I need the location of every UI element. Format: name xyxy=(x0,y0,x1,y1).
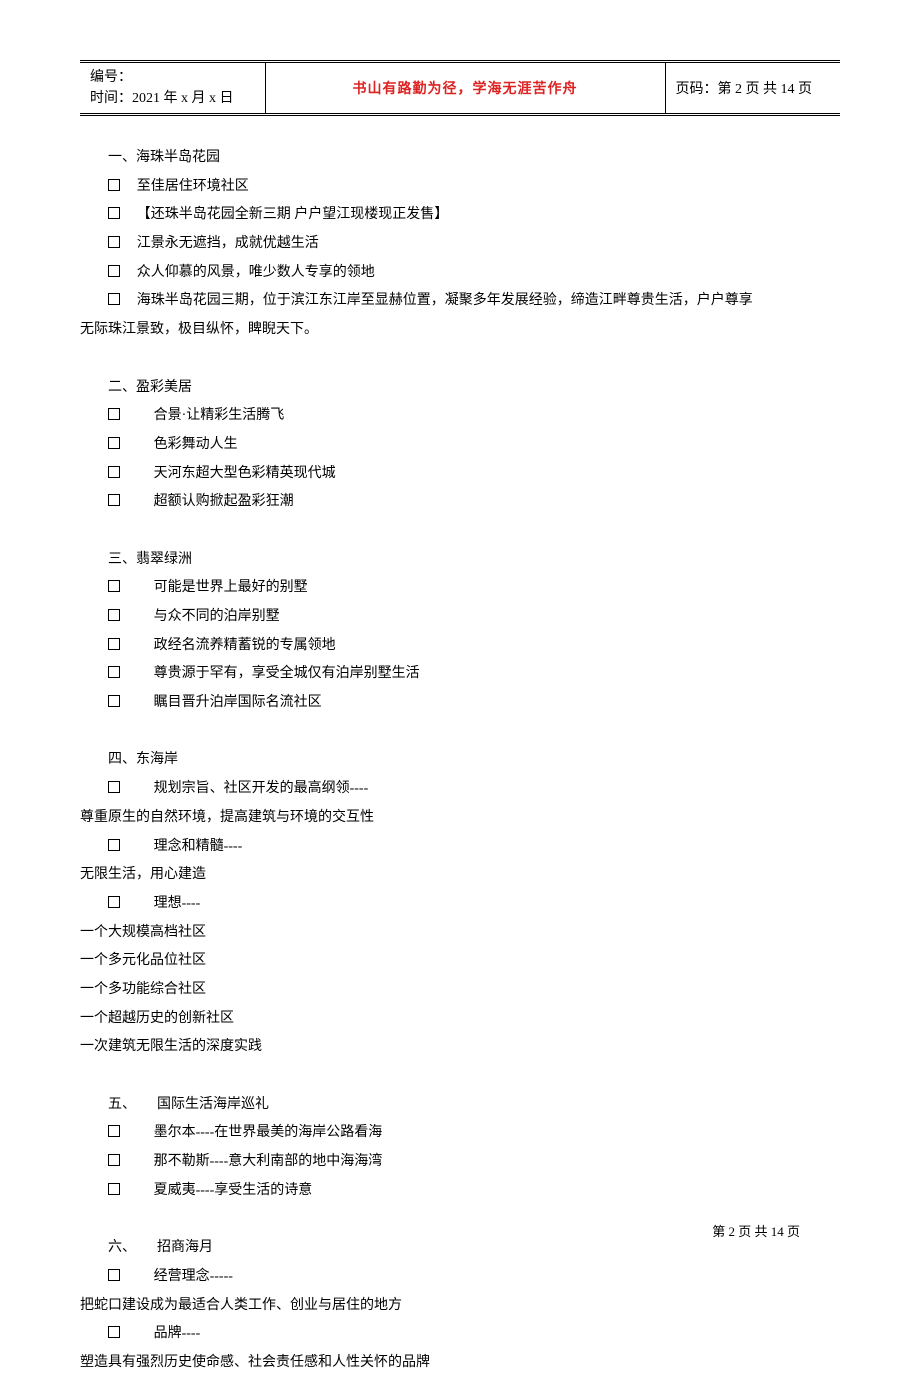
body-line: 尊重原生的自然环境，提高建筑与环境的交互性 xyxy=(80,804,840,833)
checkbox-icon xyxy=(108,839,120,851)
list-item: 墨尔本----在世界最美的海岸公路看海 xyxy=(80,1119,840,1148)
checkbox-icon xyxy=(108,1269,120,1281)
item-text: 夏威夷----享受生活的诗意 xyxy=(154,1183,313,1198)
item-text: 规划宗旨、社区开发的最高纲领---- xyxy=(154,781,369,796)
checkbox-icon xyxy=(108,236,120,248)
body-line: 无限生活，用心建造 xyxy=(80,861,840,890)
item-text: 理想---- xyxy=(154,896,201,911)
checkbox-icon xyxy=(108,609,120,621)
item-text: 至佳居住环境社区 xyxy=(137,179,249,194)
list-item: 超额认购掀起盈彩狂潮 xyxy=(80,488,840,517)
checkbox-icon xyxy=(108,207,120,219)
list-item: 可能是世界上最好的别墅 xyxy=(80,574,840,603)
doc-time: 时间：2021 年 x 月 x 日 xyxy=(90,88,255,109)
item-text: 合景·让精彩生活腾飞 xyxy=(154,408,285,423)
header-table: 编号： 时间：2021 年 x 月 x 日 书山有路勤为径，学海无涯苦作舟 页码… xyxy=(80,60,840,116)
section-title: 三、翡翠绿洲 xyxy=(80,546,840,575)
item-text: 可能是世界上最好的别墅 xyxy=(154,580,308,595)
body-line: 一个超越历史的创新社区 xyxy=(80,1005,840,1034)
item-text: 政经名流养精蓄锐的专属领地 xyxy=(154,638,336,653)
checkbox-icon xyxy=(108,1183,120,1195)
list-item: 品牌---- xyxy=(80,1320,840,1349)
section-title: 四、东海岸 xyxy=(80,746,840,775)
body-line: 一次建筑无限生活的深度实践 xyxy=(80,1033,840,1062)
checkbox-icon xyxy=(108,265,120,277)
list-item: 理想---- xyxy=(80,890,840,919)
item-text: 瞩目晋升泊岸国际名流社区 xyxy=(154,695,322,710)
list-item: 夏威夷----享受生活的诗意 xyxy=(80,1177,840,1206)
item-text: 【还珠半岛花园全新三期 户户望江现楼现正发售】 xyxy=(137,207,449,222)
document-body: 一、海珠半岛花园 至佳居住环境社区 【还珠半岛花园全新三期 户户望江现楼现正发售… xyxy=(80,144,840,1378)
checkbox-icon xyxy=(108,666,120,678)
section-title: 二、盈彩美居 xyxy=(80,374,840,403)
list-item: 海珠半岛花园三期，位于滨江东江岸至显赫位置，凝聚多年发展经验，缔造江畔尊贵生活，… xyxy=(80,287,840,316)
checkbox-icon xyxy=(108,437,120,449)
item-text: 品牌---- xyxy=(154,1326,201,1341)
list-item: 政经名流养精蓄锐的专属领地 xyxy=(80,632,840,661)
item-text: 江景永无遮挡，成就优越生活 xyxy=(137,236,319,251)
item-text: 经营理念----- xyxy=(154,1269,233,1284)
list-item: 尊贵源于罕有，享受全城仅有泊岸别墅生活 xyxy=(80,660,840,689)
checkbox-icon xyxy=(108,466,120,478)
checkbox-icon xyxy=(108,1326,120,1338)
doc-number-label: 编号： xyxy=(90,67,255,88)
item-text: 那不勒斯----意大利南部的地中海海湾 xyxy=(154,1154,383,1169)
checkbox-icon xyxy=(108,179,120,191)
list-item: 合景·让精彩生活腾飞 xyxy=(80,402,840,431)
body-line: 一个多功能综合社区 xyxy=(80,976,840,1005)
checkbox-icon xyxy=(108,293,120,305)
item-text: 天河东超大型色彩精英现代城 xyxy=(154,466,336,481)
checkbox-icon xyxy=(108,1125,120,1137)
header-motto: 书山有路勤为径，学海无涯苦作舟 xyxy=(265,62,665,115)
item-text: 理念和精髓---- xyxy=(154,839,243,854)
body-line: 塑造具有强烈历史使命感、社会责任感和人性关怀的品牌 xyxy=(80,1349,840,1378)
list-item: 那不勒斯----意大利南部的地中海海湾 xyxy=(80,1148,840,1177)
item-text: 与众不同的泊岸别墅 xyxy=(154,609,280,624)
body-line: 一个多元化品位社区 xyxy=(80,947,840,976)
list-item: 【还珠半岛花园全新三期 户户望江现楼现正发售】 xyxy=(80,201,840,230)
list-item: 江景永无遮挡，成就优越生活 xyxy=(80,230,840,259)
item-text: 墨尔本----在世界最美的海岸公路看海 xyxy=(154,1125,383,1140)
checkbox-icon xyxy=(108,494,120,506)
list-item: 经营理念----- xyxy=(80,1263,840,1292)
checkbox-icon xyxy=(108,580,120,592)
checkbox-icon xyxy=(108,1154,120,1166)
item-text: 超额认购掀起盈彩狂潮 xyxy=(154,494,294,509)
section-title: 五、 国际生活海岸巡礼 xyxy=(80,1091,840,1120)
list-item: 天河东超大型色彩精英现代城 xyxy=(80,460,840,489)
body-line: 一个大规模高档社区 xyxy=(80,919,840,948)
list-item: 色彩舞动人生 xyxy=(80,431,840,460)
item-text: 海珠半岛花园三期，位于滨江东江岸至显赫位置，凝聚多年发展经验，缔造江畔尊贵生活，… xyxy=(137,293,753,308)
checkbox-icon xyxy=(108,695,120,707)
wrap-line: 无际珠江景致，极目纵怀，睥睨天下。 xyxy=(80,316,840,345)
checkbox-icon xyxy=(108,781,120,793)
checkbox-icon xyxy=(108,638,120,650)
header-page: 页码：第 2 页 共 14 页 xyxy=(665,62,840,115)
item-text: 尊贵源于罕有，享受全城仅有泊岸别墅生活 xyxy=(154,666,420,681)
checkbox-icon xyxy=(108,896,120,908)
list-item: 理念和精髓---- xyxy=(80,833,840,862)
list-item: 与众不同的泊岸别墅 xyxy=(80,603,840,632)
section-title: 一、海珠半岛花园 xyxy=(80,144,840,173)
header-left: 编号： 时间：2021 年 x 月 x 日 xyxy=(80,62,265,115)
page-footer: 第 2 页 共 14 页 xyxy=(712,1221,800,1240)
item-text: 众人仰慕的风景，唯少数人专享的领地 xyxy=(137,265,375,280)
list-item: 众人仰慕的风景，唯少数人专享的领地 xyxy=(80,259,840,288)
list-item: 规划宗旨、社区开发的最高纲领---- xyxy=(80,775,840,804)
list-item: 瞩目晋升泊岸国际名流社区 xyxy=(80,689,840,718)
body-line: 把蛇口建设成为最适合人类工作、创业与居住的地方 xyxy=(80,1292,840,1321)
list-item: 至佳居住环境社区 xyxy=(80,173,840,202)
item-text: 色彩舞动人生 xyxy=(154,437,238,452)
checkbox-icon xyxy=(108,408,120,420)
